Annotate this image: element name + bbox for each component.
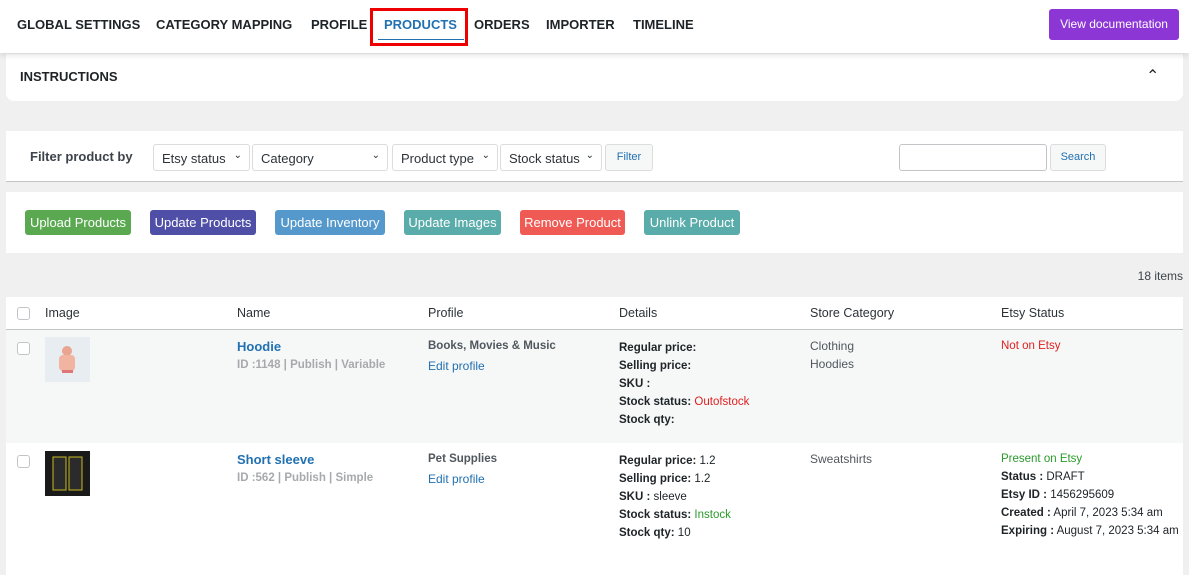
product-meta: ID :1148 | Publish | Variable	[237, 359, 386, 371]
product-meta: ID :562 | Publish | Simple	[237, 472, 374, 484]
product-type-select[interactable]: Product type ⌄	[392, 144, 498, 171]
detail-label: Etsy ID :	[1001, 489, 1048, 501]
edit-profile-link[interactable]: Edit profile	[428, 359, 485, 373]
etsy-status: Present on Etsy Status : DRAFT Etsy ID :…	[1001, 450, 1181, 540]
filter-button[interactable]: Filter	[605, 144, 653, 171]
tab-profile[interactable]: PROFILE	[311, 17, 367, 32]
select-value: Category	[261, 151, 314, 166]
category-item: Clothing	[810, 339, 855, 353]
chevron-down-icon: ⌄	[233, 150, 242, 161]
tab-category-mapping[interactable]: CATEGORY MAPPING	[156, 17, 292, 32]
stock-status-select[interactable]: Stock status ⌄	[500, 144, 602, 171]
chevron-down-icon: ⌄	[481, 150, 490, 161]
column-header-store-category: Store Category	[810, 306, 895, 320]
stock-status: Outofstock	[694, 396, 750, 408]
product-name-link[interactable]: Short sleeve	[237, 452, 314, 467]
category-item: Hoodies	[810, 357, 855, 371]
products-table: Image Name Profile Details Store Categor…	[6, 297, 1183, 575]
chevron-down-icon: ⌄	[371, 150, 380, 161]
detail-label: Stock qty:	[619, 414, 675, 426]
top-nav: GLOBAL SETTINGS CATEGORY MAPPING PROFILE…	[0, 0, 1189, 53]
search-button[interactable]: Search	[1050, 144, 1106, 171]
instructions-panel: INSTRUCTIONS ⌃	[6, 54, 1183, 101]
select-all-checkbox[interactable]	[17, 307, 30, 320]
view-documentation-button[interactable]: View documentation	[1049, 9, 1179, 40]
table-row: Hoodie ID :1148 | Publish | Variable Boo…	[6, 330, 1183, 443]
tab-importer[interactable]: IMPORTER	[546, 17, 615, 32]
edit-profile-link[interactable]: Edit profile	[428, 472, 485, 486]
column-header-profile: Profile	[428, 306, 464, 320]
store-category: Clothing Hoodies	[810, 337, 854, 373]
sku: sleeve	[653, 491, 687, 503]
tab-orders[interactable]: ORDERS	[474, 17, 530, 32]
filter-bar: Filter product by Etsy status ⌄ Category ⌄…	[6, 131, 1183, 182]
column-header-name[interactable]: Name	[237, 306, 270, 320]
detail-label: Stock status:	[619, 396, 692, 408]
etsy-status: Not on Etsy	[1001, 340, 1061, 352]
row-checkbox[interactable]	[17, 455, 30, 468]
detail-label: SKU :	[619, 378, 651, 390]
detail-label: Status :	[1001, 471, 1044, 483]
item-count: 18 items	[1137, 269, 1183, 283]
detail-label: Selling price:	[619, 360, 692, 372]
etsy-id: 1456295609	[1050, 489, 1115, 501]
product-thumbnail	[45, 451, 90, 496]
select-value: Etsy status	[162, 151, 226, 166]
highlight-box	[370, 8, 468, 46]
selling-price: 1.2	[694, 473, 711, 485]
profile-name: Books, Movies & Music	[428, 340, 556, 352]
detail-label: Expiring :	[1001, 525, 1055, 537]
product-details: Regular price: Selling price: SKU : Stoc…	[619, 339, 749, 429]
category-item: Sweatshirts	[810, 452, 873, 466]
update-inventory-button[interactable]: Update Inventory	[275, 210, 385, 235]
row-checkbox[interactable]	[17, 342, 30, 355]
table-row: Short sleeve ID :562 | Publish | Simple …	[6, 443, 1183, 575]
bulk-actions-panel: Upload Products Update Products Update I…	[6, 192, 1183, 253]
column-header-image: Image	[45, 306, 80, 320]
select-value: Stock status	[509, 151, 580, 166]
detail-label: Selling price:	[619, 473, 692, 485]
listing-status: DRAFT	[1046, 471, 1085, 483]
tab-timeline[interactable]: TIMELINE	[633, 17, 694, 32]
product-details: Regular price: 1.2 Selling price: 1.2 SK…	[619, 452, 731, 542]
expiring-date: August 7, 2023 5:34 am	[1056, 525, 1179, 537]
regular-price: 1.2	[699, 455, 716, 467]
update-products-button[interactable]: Update Products	[150, 210, 256, 235]
filter-label: Filter product by	[30, 149, 133, 164]
tab-global-settings[interactable]: GLOBAL SETTINGS	[17, 17, 140, 32]
column-header-etsy-status: Etsy Status	[1001, 306, 1065, 320]
created-date: April 7, 2023 5:34 am	[1053, 507, 1163, 519]
remove-product-button[interactable]: Remove Product	[520, 210, 625, 235]
detail-label: Created :	[1001, 507, 1051, 519]
chevron-down-icon: ⌄	[585, 150, 594, 161]
update-images-button[interactable]: Update Images	[404, 210, 501, 235]
detail-label: Stock qty:	[619, 527, 675, 539]
stock-status: Instock	[694, 509, 731, 521]
product-thumbnail	[45, 337, 90, 382]
instructions-title: INSTRUCTIONS	[20, 69, 118, 84]
select-value: Product type	[401, 151, 474, 166]
detail-label: SKU :	[619, 491, 651, 503]
profile-name: Pet Supplies	[428, 453, 498, 465]
upload-products-button[interactable]: Upload Products	[25, 210, 131, 235]
detail-label: Regular price:	[619, 342, 697, 354]
stock-qty: 10	[677, 527, 691, 539]
etsy-status-select[interactable]: Etsy status ⌄	[153, 144, 250, 171]
etsy-status-label: Present on Etsy	[1001, 453, 1083, 465]
category-select[interactable]: Category ⌄	[252, 144, 388, 171]
chevron-up-icon[interactable]: ⌃	[1146, 66, 1159, 86]
product-name-link[interactable]: Hoodie	[237, 339, 281, 354]
detail-label: Stock status:	[619, 509, 692, 521]
detail-label: Regular price:	[619, 455, 697, 467]
store-category: Sweatshirts	[810, 450, 872, 468]
unlink-product-button[interactable]: Unlink Product	[644, 210, 740, 235]
column-header-details: Details	[619, 306, 658, 320]
search-input[interactable]	[899, 144, 1047, 171]
